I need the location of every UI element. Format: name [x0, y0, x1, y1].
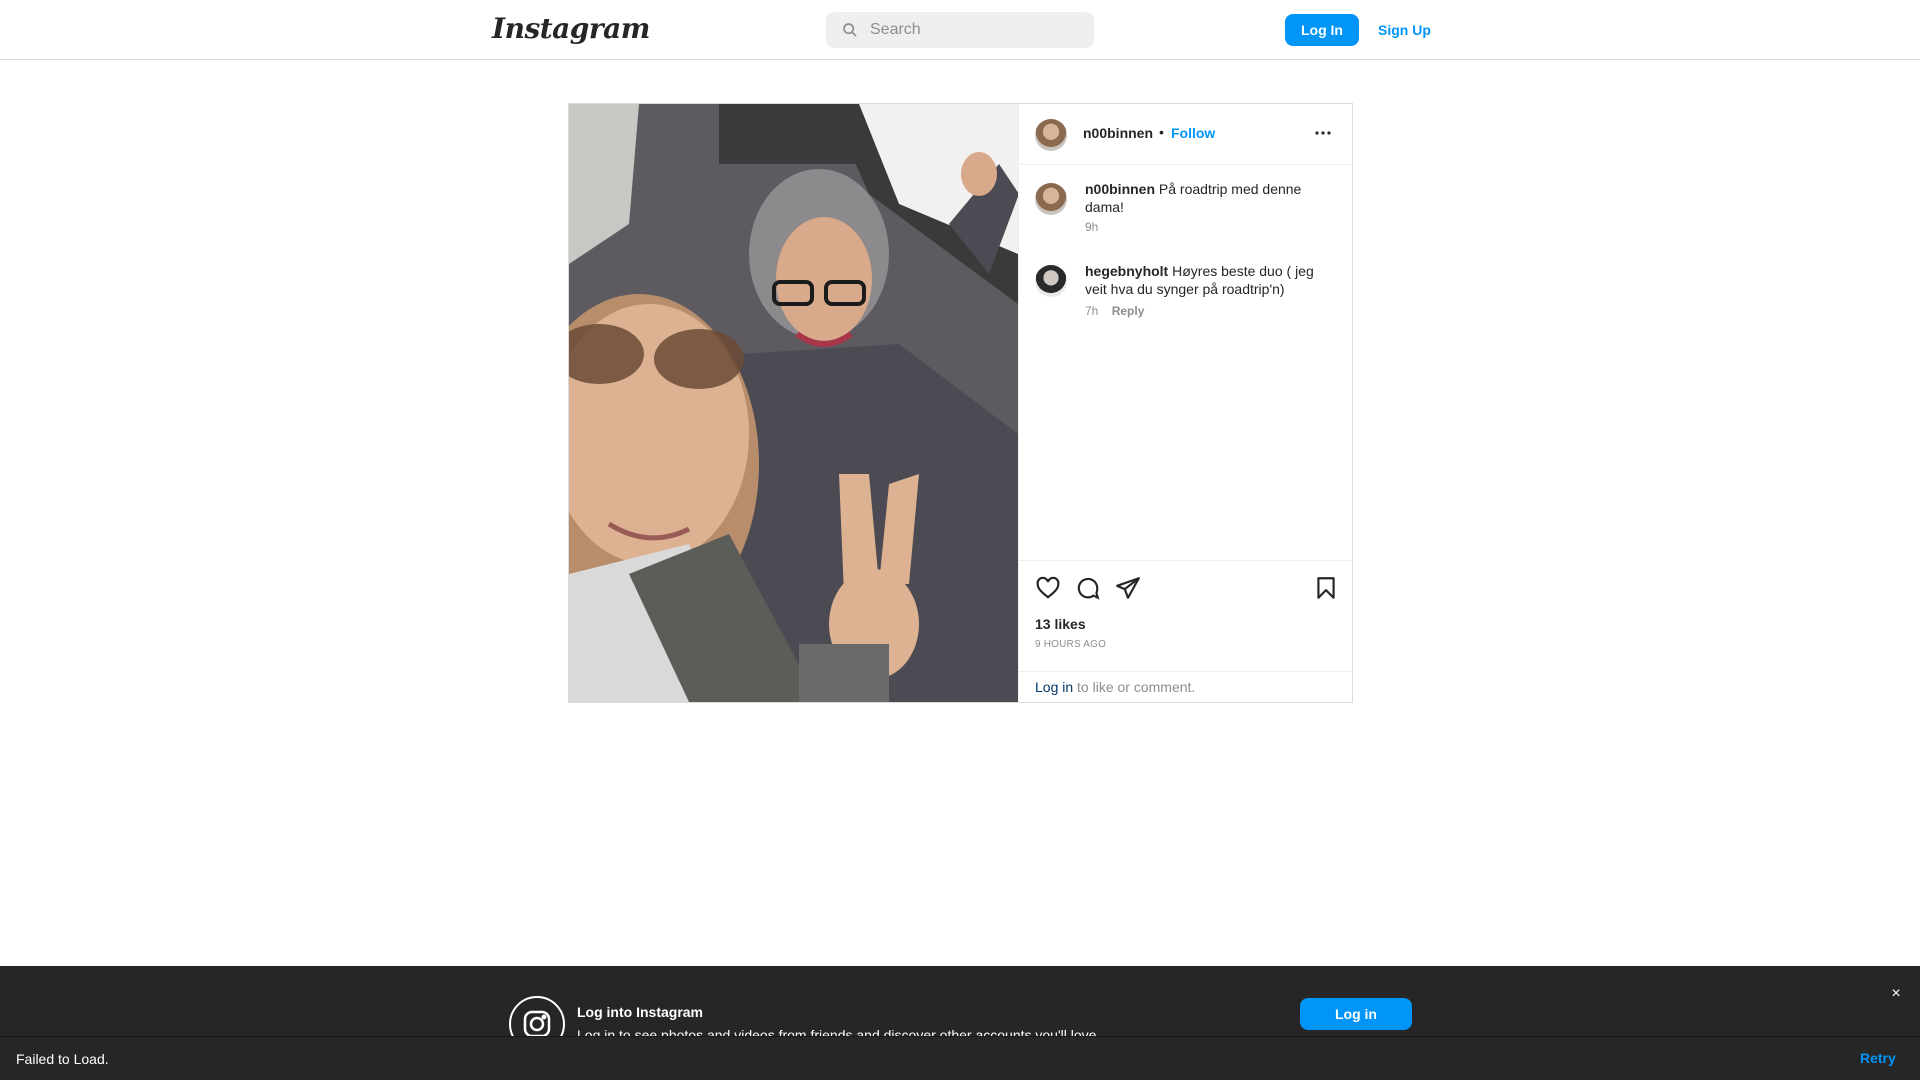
share-icon[interactable]: [1115, 575, 1141, 601]
comment-time[interactable]: 9h: [1085, 220, 1098, 234]
search-icon: [843, 23, 857, 37]
banner-login-button[interactable]: Log in: [1300, 998, 1412, 1030]
commenter-avatar[interactable]: [1035, 183, 1067, 215]
instagram-logo[interactable]: Instagram: [492, 12, 650, 45]
comment-icon[interactable]: [1075, 575, 1101, 601]
post-card: n00binnen • Follow n00binnen På roadtrip…: [568, 103, 1353, 703]
comment-text: n00binnen På roadtrip med denne dama!: [1085, 180, 1335, 216]
selfie-photo-illustration: [569, 104, 1018, 702]
toast-message: Failed to Load.: [16, 1051, 109, 1067]
close-icon[interactable]: ×: [1886, 984, 1906, 1004]
login-prompt: Log in to like or comment.: [1019, 671, 1353, 703]
top-navigation-bar: Instagram Log In Sign Up: [0, 0, 1920, 60]
more-options-icon[interactable]: [1311, 121, 1335, 145]
retry-button[interactable]: Retry: [1860, 1050, 1896, 1066]
bookmark-icon[interactable]: [1313, 575, 1339, 601]
comment-time[interactable]: 7h: [1085, 304, 1098, 318]
follow-button[interactable]: Follow: [1171, 125, 1215, 141]
comment-meta: 7h Reply: [1085, 304, 1144, 318]
login-button[interactable]: Log In: [1285, 14, 1359, 46]
post-actions: 13 likes 9 HOURS AGO Log in to like or c…: [1019, 560, 1353, 702]
login-link[interactable]: Log in: [1035, 679, 1073, 695]
author-avatar[interactable]: [1035, 119, 1067, 151]
search-input[interactable]: [870, 21, 1090, 39]
comment-meta: 9h: [1085, 220, 1098, 234]
commenter-avatar[interactable]: [1035, 265, 1067, 297]
login-prompt-text: to like or comment.: [1073, 679, 1196, 695]
post-header: n00binnen • Follow: [1019, 104, 1353, 165]
author-username[interactable]: n00binnen: [1083, 125, 1153, 141]
likes-count[interactable]: 13 likes: [1035, 616, 1086, 632]
comment-text: hegebnyholt Høyres beste duo ( jeg veit …: [1085, 262, 1335, 298]
reply-button[interactable]: Reply: [1112, 304, 1145, 318]
search-box[interactable]: [826, 12, 1094, 48]
post-photo[interactable]: [569, 104, 1018, 702]
error-toast: Failed to Load. Retry: [0, 1036, 1920, 1080]
signup-button[interactable]: Sign Up: [1370, 14, 1439, 46]
heart-icon[interactable]: [1035, 575, 1061, 601]
post-timestamp[interactable]: 9 HOURS AGO: [1035, 639, 1106, 650]
comment-username[interactable]: n00binnen: [1085, 181, 1155, 197]
banner-title: Log into Instagram: [577, 1004, 703, 1020]
post-sidebar: n00binnen • Follow n00binnen På roadtrip…: [1018, 104, 1353, 702]
login-banner: Log into Instagram Log in to see photos …: [0, 966, 1920, 1052]
separator-dot: •: [1159, 124, 1164, 140]
comment-username[interactable]: hegebnyholt: [1085, 263, 1168, 279]
